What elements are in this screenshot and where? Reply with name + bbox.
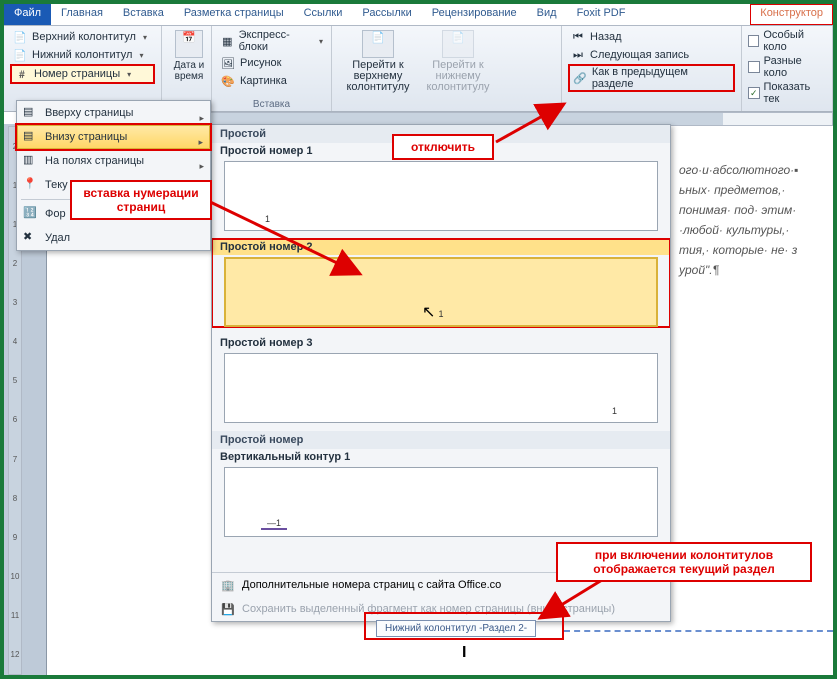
page-number-button[interactable]: #️Номер страницы bbox=[10, 64, 155, 84]
group-insert-label: Вставка bbox=[218, 99, 325, 110]
group-links: ⏮Назад ⏭Следующая запись 🔗Как в предыдущ… bbox=[562, 26, 742, 111]
special-first-checkbox[interactable]: Особый коло bbox=[748, 28, 826, 54]
menu-top-of-page[interactable]: ▤Вверху страницы bbox=[17, 101, 210, 125]
picture-icon: 🖼 bbox=[220, 55, 236, 71]
gallery-item-2[interactable]: Простой номер 2 1 bbox=[212, 239, 670, 327]
gallery-section-simple-number: Простой номер bbox=[212, 431, 670, 449]
page-bottom-icon: ▤ bbox=[23, 129, 39, 145]
group-options: Особый коло Разные коло ✓Показать тек bbox=[742, 26, 833, 111]
footer-button[interactable]: 📄Нижний колонтитул bbox=[10, 46, 155, 64]
link-previous-button[interactable]: 🔗Как в предыдущем разделе bbox=[568, 64, 735, 92]
tab-file[interactable]: Файл bbox=[4, 4, 51, 25]
goto-footer-icon: 📄 bbox=[442, 30, 474, 58]
group-datetime: 📅 Дата и время bbox=[162, 26, 212, 111]
menu-page-margins[interactable]: ▥На полях страницы bbox=[17, 149, 210, 173]
menu-remove-page-numbers[interactable]: ✖Удал bbox=[17, 226, 210, 250]
page-number-icon: #️ bbox=[14, 66, 30, 82]
goto-header-icon: 📄 bbox=[362, 30, 394, 58]
ribbon-tabs: Файл Главная Вставка Разметка страницы С… bbox=[4, 4, 833, 26]
next-record-button[interactable]: ⏭Следующая запись bbox=[568, 46, 735, 64]
checkbox-icon bbox=[748, 61, 760, 73]
page-number-menu: ▤Вверху страницы ▤Внизу страницы ▥На пол… bbox=[16, 100, 211, 251]
back-icon: ⏮ bbox=[570, 29, 586, 45]
express-blocks-button[interactable]: ▦Экспресс-блоки bbox=[218, 28, 325, 54]
clipart-icon: 🎨 bbox=[220, 73, 236, 89]
goto-footer-button[interactable]: 📄 Перейти к нижнему колонтитулу bbox=[418, 28, 498, 95]
tab-constructor[interactable]: Конструктор bbox=[750, 4, 833, 25]
footer-boundary-line bbox=[564, 630, 833, 632]
link-icon: 🔗 bbox=[572, 70, 588, 86]
document-text: ого·и·абсолютного·▪ ьных· предметов,· по… bbox=[679, 160, 829, 280]
footer-icon: 📄 bbox=[12, 47, 28, 63]
callout-footer-info: при включении колонтитулов отображается … bbox=[556, 542, 812, 582]
datetime-button[interactable]: 📅 Дата и время bbox=[168, 28, 210, 84]
text-cursor-icon: I bbox=[462, 644, 466, 662]
tab-review[interactable]: Рецензирование bbox=[422, 4, 527, 25]
gallery-item-3[interactable]: Простой номер 3 1 bbox=[212, 335, 670, 423]
mouse-cursor-icon: ↖ bbox=[422, 302, 435, 322]
tab-insert[interactable]: Вставка bbox=[113, 4, 174, 25]
remove-icon: ✖ bbox=[23, 230, 39, 246]
tab-pagelayout[interactable]: Разметка страницы bbox=[174, 4, 294, 25]
tab-foxit[interactable]: Foxit PDF bbox=[567, 4, 636, 25]
office-icon: 🏢 bbox=[220, 577, 236, 593]
header-button[interactable]: 📄Верхний колонтитул bbox=[10, 28, 155, 46]
footer-section-highlight bbox=[364, 612, 564, 640]
group-navigation: 📄 Перейти к верхнему колонтитулу 📄 Перей… bbox=[332, 26, 562, 111]
header-icon: 📄 bbox=[12, 29, 28, 45]
next-icon: ⏭ bbox=[570, 47, 586, 63]
clipart-button[interactable]: 🎨Картинка bbox=[218, 72, 325, 90]
current-pos-icon: 📍 bbox=[23, 177, 39, 193]
group-insert: ▦Экспресс-блоки 🖼Рисунок 🎨Картинка Встав… bbox=[212, 26, 332, 111]
back-button[interactable]: ⏮Назад bbox=[568, 28, 735, 46]
calendar-icon: 📅 bbox=[175, 30, 203, 58]
page-margins-icon: ▥ bbox=[23, 153, 39, 169]
checkbox-checked-icon: ✓ bbox=[748, 87, 760, 99]
save-icon: 💾 bbox=[220, 601, 236, 617]
tab-view[interactable]: Вид bbox=[527, 4, 567, 25]
format-icon: 🔢 bbox=[23, 206, 39, 222]
goto-header-button[interactable]: 📄 Перейти к верхнему колонтитулу bbox=[338, 28, 418, 95]
menu-bottom-of-page[interactable]: ▤Внизу страницы bbox=[17, 125, 210, 149]
tab-references[interactable]: Ссылки bbox=[294, 4, 353, 25]
blocks-icon: ▦ bbox=[220, 33, 235, 49]
callout-disable: отключить bbox=[392, 134, 494, 160]
callout-insert-numbering: вставка нумерации страниц bbox=[70, 180, 212, 220]
picture-button[interactable]: 🖼Рисунок bbox=[218, 54, 325, 72]
gallery-item-4[interactable]: Вертикальный контур 1 —1 bbox=[212, 449, 670, 537]
different-odd-even-checkbox[interactable]: Разные коло bbox=[748, 54, 826, 80]
tab-mailings[interactable]: Рассылки bbox=[352, 4, 421, 25]
tab-home[interactable]: Главная bbox=[51, 4, 113, 25]
show-text-checkbox[interactable]: ✓Показать тек bbox=[748, 80, 826, 106]
group-header-footer: 📄Верхний колонтитул 📄Нижний колонтитул #… bbox=[4, 26, 162, 111]
checkbox-icon bbox=[748, 35, 759, 47]
page-top-icon: ▤ bbox=[23, 105, 39, 121]
